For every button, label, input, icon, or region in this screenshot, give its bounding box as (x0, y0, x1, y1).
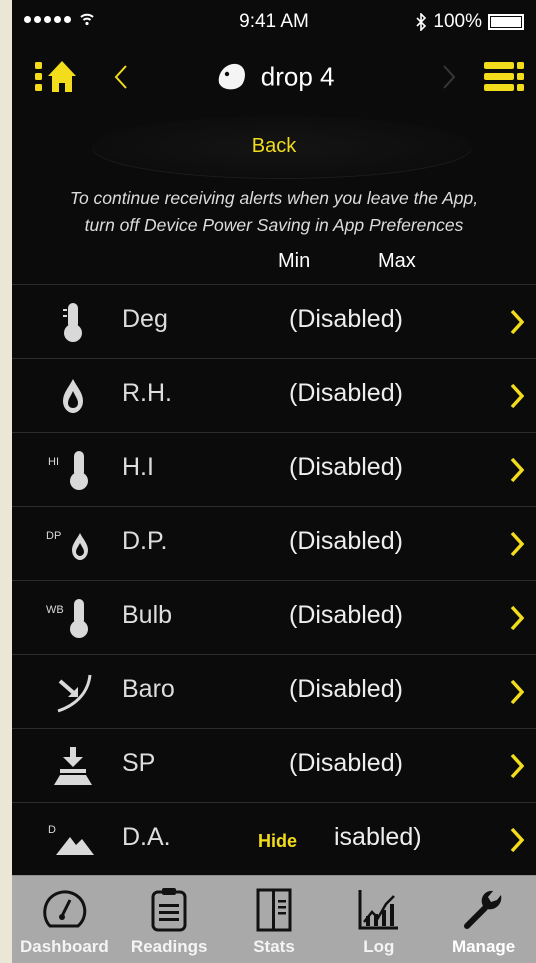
hide-button[interactable]: Hide (258, 831, 297, 852)
tab-label: Log (363, 937, 395, 956)
chevron-right-icon[interactable] (510, 531, 524, 557)
tab-dashboard[interactable]: Dashboard (12, 876, 117, 963)
tab-log[interactable]: Log (326, 876, 431, 963)
row-value: (Disabled) (289, 305, 403, 333)
tab-bar: Dashboard Readings Stats Log Manage (12, 875, 536, 963)
tab-label: Readings (130, 937, 208, 956)
tab-manage[interactable]: Manage (431, 876, 536, 963)
humidity-drop-icon (63, 379, 83, 413)
tab-label: Manage (451, 937, 516, 956)
row-value: (Disabled) (289, 601, 403, 629)
max-column-header: Max (378, 250, 416, 272)
note-line-1: To continue receiving alerts when you le… (69, 188, 479, 208)
chevron-right-icon[interactable] (510, 309, 524, 335)
density-altitude-icon: D (48, 824, 94, 855)
alert-list: Deg (Disabled) R.H. (Disabled) HI H.I (D… (12, 284, 536, 876)
row-value: (Disabled) (289, 527, 403, 555)
device-name: drop 4 (260, 61, 335, 92)
bluetooth-icon (416, 13, 427, 31)
min-column-header: Min (278, 250, 311, 272)
alert-row-rh[interactable]: R.H. (Disabled) (12, 358, 536, 432)
nav-bar: drop 4 (12, 46, 536, 108)
alert-row-da[interactable]: D D.A. Hide isabled) (12, 802, 536, 876)
dew-point-icon: DP (46, 530, 88, 560)
tab-label: Dashboard (20, 937, 109, 956)
row-label: Deg (122, 305, 168, 333)
thermometer-icon (63, 303, 82, 342)
chevron-right-icon[interactable] (510, 827, 524, 853)
wet-bulb-icon: WB (46, 599, 88, 638)
chevron-right-icon[interactable] (510, 605, 524, 631)
chevron-right-icon[interactable] (510, 753, 524, 779)
power-saving-note: To continue receiving alerts when you le… (12, 185, 536, 239)
alert-row-hi[interactable]: HI H.I (Disabled) (12, 432, 536, 506)
icon-text: D (48, 824, 56, 836)
row-label: SP (122, 749, 156, 777)
chevron-right-icon[interactable] (510, 383, 524, 409)
back-button[interactable]: Back (12, 135, 536, 158)
drop-device-icon (218, 64, 245, 90)
menu-icon[interactable] (482, 56, 526, 96)
graph-icon (358, 890, 399, 930)
alert-row-sp[interactable]: SP (Disabled) (12, 728, 536, 802)
heat-index-icon: HI (48, 451, 88, 490)
barometer-icon (57, 674, 92, 713)
row-label: R.H. (122, 379, 172, 407)
row-value: (Disabled) (289, 675, 403, 703)
next-device-chevron-icon[interactable] (440, 64, 458, 90)
status-bar: 9:41 AM 100% (12, 0, 536, 44)
chevron-right-icon[interactable] (510, 457, 524, 483)
battery-icon (488, 14, 524, 30)
app-screen: 9:41 AM 100% drop 4 Back To continue rec… (12, 0, 536, 963)
alert-row-bulb[interactable]: WB Bulb (Disabled) (12, 580, 536, 654)
gauge-icon (43, 890, 87, 928)
tab-label: Stats (253, 937, 295, 956)
alert-row-deg[interactable]: Deg (Disabled) (12, 284, 536, 358)
battery-percent: 100% (433, 11, 482, 32)
row-label: H.I (122, 453, 154, 481)
note-line-2: turn off Device Power Saving in App Pref… (84, 215, 464, 235)
stats-book-icon (256, 888, 292, 932)
row-label: Baro (122, 675, 175, 703)
row-label: Bulb (122, 601, 173, 629)
icon-text: DP (46, 530, 61, 542)
alert-row-baro[interactable]: Baro (Disabled) (12, 654, 536, 728)
chevron-right-icon[interactable] (510, 679, 524, 705)
icon-text: WB (46, 604, 64, 616)
tab-stats[interactable]: Stats (222, 876, 327, 963)
alert-row-dp[interactable]: DP D.P. (Disabled) (12, 506, 536, 580)
row-value: (Disabled) (289, 749, 403, 777)
tab-readings[interactable]: Readings (117, 876, 222, 963)
row-value: (Disabled) (289, 379, 403, 407)
row-label: D.A. (122, 823, 171, 851)
row-value: (Disabled) (289, 453, 403, 481)
station-pressure-icon (54, 747, 92, 785)
clipboard-icon (151, 888, 187, 932)
row-label: D.P. (122, 527, 168, 555)
row-value: isabled) (334, 823, 422, 851)
icon-text: HI (48, 456, 59, 468)
wrench-icon (464, 890, 502, 929)
